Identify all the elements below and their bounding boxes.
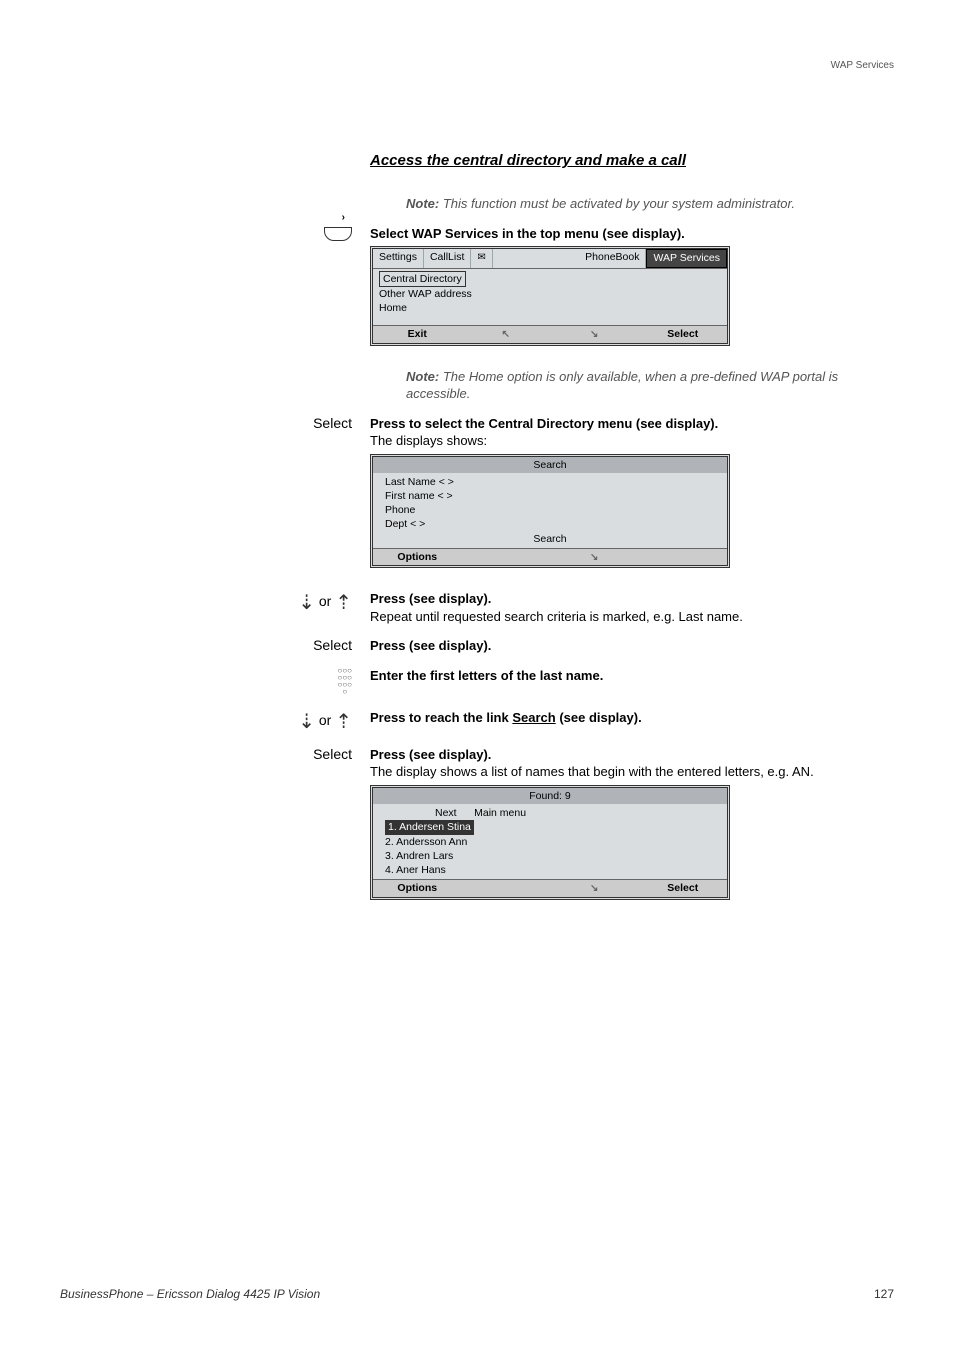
phone-display-1: Settings CallList ✉ PhoneBook WAP Servic… [370,246,730,345]
result-4[interactable]: 4. Aner Hans [385,863,715,877]
menu-home[interactable]: Home [379,301,721,315]
select-label: Select [313,746,352,762]
tab-message-icon[interactable]: ✉ [471,249,492,267]
note-2: Note: The Home option is only available,… [370,368,894,403]
step4-bold: Press (see display). [370,637,894,655]
display3-title: Found: 9 [373,788,727,804]
tab-calllist[interactable]: CallList [424,249,471,267]
header-section: WAP Services [60,60,894,71]
nav-down-icon: ⇣ [298,590,315,615]
softkey-options[interactable]: Options [373,549,462,566]
field-phone[interactable]: Phone [385,503,715,517]
step6-bold: Press to reach the link Search (see disp… [370,709,894,727]
or-label: or [319,593,331,609]
nav-down-icon: ⇣ [298,709,315,734]
select-label: Select [313,637,352,653]
menu-other-wap[interactable]: Other WAP address [379,287,721,301]
step2-bold: Press to select the Central Directory me… [370,415,894,433]
tab-wap-services[interactable]: WAP Services [646,249,727,267]
softkey-select[interactable]: Select [639,880,728,897]
note-1: Note: This function must be activated by… [370,195,894,213]
result-2[interactable]: 2. Andersson Ann [385,835,715,849]
tab-settings[interactable]: Settings [373,249,424,267]
phone-display-3: Found: 9 Next Main menu 1. Andersen Stin… [370,785,730,900]
select-label: Select [313,415,352,431]
softkey-down-icon[interactable]: ↘ [550,549,639,566]
footer-page: 127 [874,1287,894,1301]
or-label: or [319,712,331,728]
field-dept[interactable]: Dept < > [385,517,715,531]
softkey-options[interactable]: Options [373,880,462,897]
softkey-down-icon[interactable]: ↘ [550,880,639,897]
note-text: The Home option is only available, when … [406,369,838,402]
step3-bold: Press (see display). [370,590,894,608]
tab-phonebook[interactable]: PhoneBook [579,249,646,267]
softkey-select[interactable]: Select [639,326,728,343]
note-label: Note: [406,196,439,211]
step3-plain: Repeat until requested search criteria i… [370,608,894,626]
phone-display-2: Search Last Name < > First name < > Phon… [370,454,730,569]
step2-plain: The displays shows: [370,432,894,450]
field-firstname[interactable]: First name < > [385,489,715,503]
link-next[interactable]: Next [435,807,457,819]
result-1[interactable]: 1. Andersen Stina [385,820,474,834]
link-main-menu[interactable]: Main menu [474,807,526,819]
nav-up-icon: ⇡ [335,590,352,615]
link-search[interactable]: Search [385,532,715,546]
softkey-up-icon[interactable]: ↖ [462,326,551,343]
step5-bold: Enter the first letters of the last name… [370,667,894,685]
step1-instruction: Select WAP Services in the top menu (see… [370,225,894,243]
softkey-exit[interactable]: Exit [373,326,462,343]
display-topbar: Settings CallList ✉ PhoneBook WAP Servic… [373,249,727,268]
note-label: Note: [406,369,439,384]
menu-central-directory[interactable]: Central Directory [379,271,466,287]
step7-bold: Press (see display). [370,746,894,764]
display2-title: Search [373,457,727,473]
note-text: This function must be activated by your … [443,196,795,211]
field-lastname[interactable]: Last Name < > [385,475,715,489]
keypad-icon: ○○○○○○○○○○ [338,667,353,695]
nav-up-icon: ⇡ [335,709,352,734]
step7-plain: The display shows a list of names that b… [370,763,894,781]
softkey-down-icon[interactable]: ↘ [550,326,639,343]
section-title: Access the central directory and make a … [370,151,894,171]
envelope-icon: ✉ [477,252,485,263]
result-3[interactable]: 3. Andren Lars [385,849,715,863]
footer-product: BusinessPhone – Ericsson Dialog 4425 IP … [60,1287,320,1301]
display-key-icon [324,227,352,241]
